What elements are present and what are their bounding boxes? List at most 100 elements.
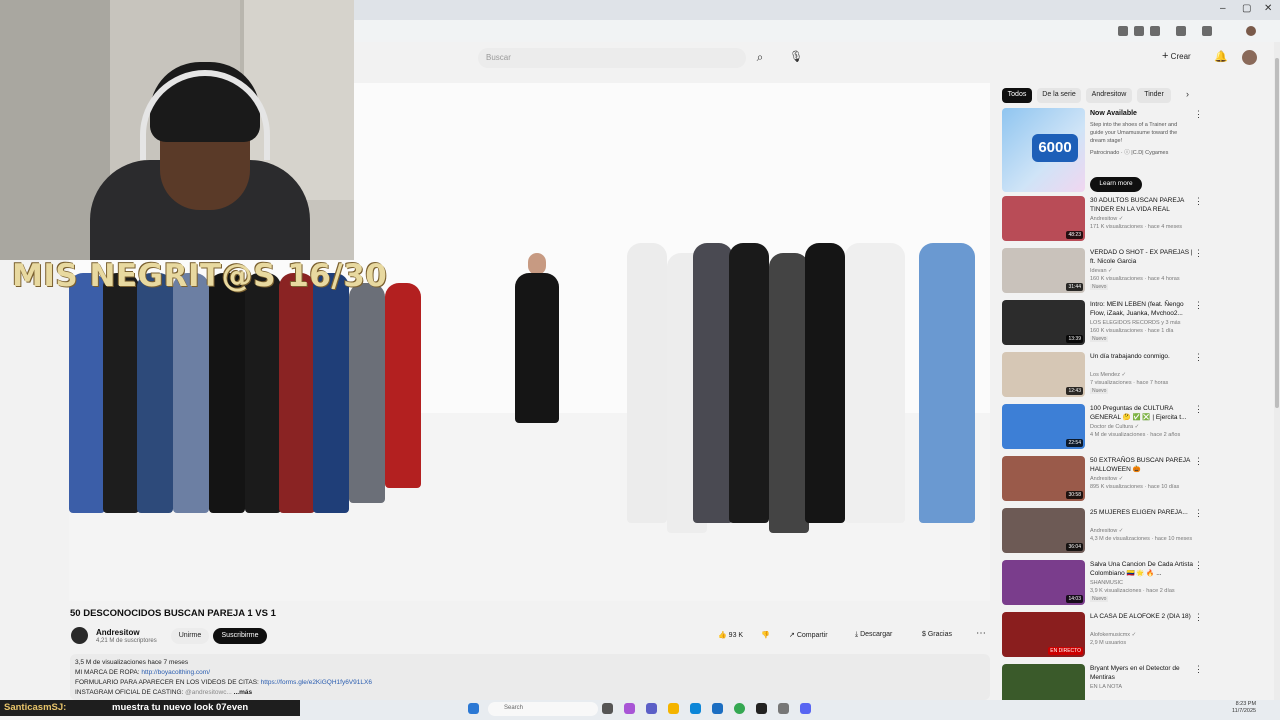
recommendation-title[interactable]: 30 ADULTOS BUSCAN PAREJA TINDER EN LA VI… [1090,196,1194,214]
recommendation-title[interactable]: 25 MUJERES ELIGEN PAREJA... [1090,508,1194,517]
kebab-menu-icon[interactable]: ⋮ [1194,196,1203,207]
channel-avatar[interactable] [71,627,88,644]
recommendation-title[interactable]: Salva Una Cancion De Cada Artista Colomb… [1090,560,1194,578]
chevron-right-icon[interactable]: › [1186,89,1189,99]
download-button[interactable]: ⤓ Descargar [855,631,892,639]
dislike-button[interactable]: 👎 [761,631,770,639]
recommendation-title[interactable]: 100 Preguntas de CULTURA GENERAL 🤔 ✅ ❎ |… [1090,404,1194,422]
kebab-menu-icon[interactable]: ⋮ [1194,508,1203,519]
share-button[interactable]: ↗ Compartir [789,631,828,639]
profile-icon[interactable] [1246,26,1256,36]
scrollbar-thumb[interactable] [1275,58,1279,408]
recommendation-thumbnail[interactable]: 14:03 [1002,560,1085,605]
microphone-icon[interactable]: 🎙 [788,50,804,66]
ad-sponsor: Patrocinado · ⓘ |C.D| Cygames [1090,150,1169,156]
kebab-menu-icon[interactable]: ⋮ [1194,352,1203,363]
translate-icon[interactable] [1134,26,1144,36]
recommendation-item[interactable]: 48:23 30 ADULTOS BUSCAN PAREJA TINDER EN … [1002,196,1272,244]
recommendation-meta: 2,9 M usuarios [1090,640,1127,646]
video-person [209,273,245,513]
recommendation-title[interactable]: 50 EXTRAÑOS BUSCAN PAREJA HALLOWEEN 🎃 [1090,456,1194,474]
more-actions-button[interactable]: ⋯ [976,628,986,639]
notifications-bell-icon[interactable]: 🔔 [1214,50,1228,63]
kebab-menu-icon[interactable]: ⋮ [1194,612,1203,623]
video-person [245,273,281,513]
recommendation-item[interactable]: 12:43 Un día trabajando conmigo. Los Mende… [1002,352,1272,400]
recommendation-channel: Alofokemusicmx ✓ [1090,632,1137,638]
edge-icon[interactable] [690,703,701,714]
recommendation-thumbnail[interactable]: 12:43 [1002,352,1085,397]
task-view-icon[interactable] [602,703,613,714]
recommendation-thumbnail[interactable]: 48:23 [1002,196,1085,241]
discord-icon[interactable] [800,703,811,714]
recommendation-title[interactable]: VERDAD O SHOT - EX PAREJAS | ft. Nicole … [1090,248,1194,266]
close-window-button[interactable]: ✕ [1264,3,1272,14]
taskbar-search[interactable]: Search [488,702,598,716]
settings-icon[interactable] [778,703,789,714]
recommendation-item[interactable]: 22:54 100 Preguntas de CULTURA GENERAL 🤔 … [1002,404,1272,452]
recommendation-thumbnail[interactable]: EN DIRECTO [1002,612,1085,657]
recommendation-thumbnail[interactable]: 30:58 [1002,456,1085,501]
recommendation-title[interactable]: Un día trabajando conmigo. [1090,352,1194,361]
kebab-menu-icon[interactable]: ⋮ [1194,456,1203,467]
recommendation-thumbnail[interactable]: 31:44 [1002,248,1085,293]
app-icon[interactable] [624,703,635,714]
subscribe-button[interactable]: Suscribirme [213,628,267,644]
extension-icon[interactable] [1118,26,1128,36]
host-head [528,253,546,275]
minimize-button[interactable]: – [1220,3,1226,14]
recommendation-thumbnail[interactable]: 13:39 [1002,300,1085,345]
video-person [729,243,769,523]
channel-name[interactable]: Andresitow [96,628,140,637]
search-icon[interactable]: ⌕ [752,50,768,66]
kebab-menu-icon[interactable]: ⋮ [1194,248,1203,259]
account-avatar[interactable] [1242,50,1257,65]
teams-icon[interactable] [646,703,657,714]
like-button[interactable]: 👍 93 K [718,631,743,639]
kebab-menu-icon[interactable]: ⋮ [1194,404,1203,415]
recommendation-title[interactable]: Intro: MEIN LEBEN (feat. Ñengo Flow, iZa… [1090,300,1194,318]
recommendation-item[interactable]: 14:03 Salva Una Cancion De Cada Artista C… [1002,560,1272,608]
search-input[interactable]: Buscar [478,48,746,68]
kebab-menu-icon[interactable]: ⋮ [1194,664,1203,675]
recommendation-thumbnail[interactable]: 36:04 [1002,508,1085,553]
recommendation-item[interactable]: 30:58 50 EXTRAÑOS BUSCAN PAREJA HALLOWEEN… [1002,456,1272,504]
chip-tinder[interactable]: Tinder [1137,88,1171,103]
description-line: INSTAGRAM OFICIAL DE CASTING: @andresito… [75,689,252,696]
kebab-menu-icon[interactable]: ⋮ [1194,560,1203,571]
show-more-button[interactable]: ...más [234,689,252,696]
obs-icon[interactable] [756,703,767,714]
star-icon[interactable] [1150,26,1160,36]
folder-icon[interactable] [668,703,679,714]
thumbs-up-icon: 👍 [718,632,727,639]
ad-title[interactable]: Now Available [1090,110,1137,117]
recommendation-title[interactable]: LA CASA DE ALOFOKE 2 (DIA 18) [1090,612,1194,621]
create-button[interactable]: + Crear [1162,50,1191,62]
recommendation-item[interactable]: 36:04 25 MUJERES ELIGEN PAREJA... Andresit… [1002,508,1272,556]
clothing-link[interactable]: http://boyacolthing.com/ [141,669,210,676]
recommendation-thumbnail[interactable]: 22:54 [1002,404,1085,449]
join-button[interactable]: Unirme [171,628,209,644]
recommendation-title[interactable]: Bryant Myers en el Detector de Mentiras [1090,664,1194,682]
clock-time: 8:23 PM [1235,701,1257,707]
chip-todos[interactable]: Todos [1002,88,1032,103]
kebab-menu-icon[interactable]: ⋮ [1194,109,1203,120]
learn-more-button[interactable]: Learn more [1090,177,1142,192]
ad-thumbnail[interactable]: 6000 [1002,108,1085,192]
windows-start-icon[interactable] [468,703,479,714]
chip-de-la-serie[interactable]: De la serie [1037,88,1081,103]
instagram-handle[interactable]: @andresitowc... [183,689,233,696]
recommendation-item[interactable]: EN DIRECTO LA CASA DE ALOFOKE 2 (DIA 18) A… [1002,612,1272,660]
thanks-button[interactable]: $ Gracias [922,631,952,638]
store-icon[interactable] [712,703,723,714]
recommendation-meta: 160 K visualizaciones · hace 1 día [1090,328,1174,334]
form-link[interactable]: https://forms.gle/e2KiGQH1fy6V91LX6 [261,679,372,686]
kebab-menu-icon[interactable]: ⋮ [1194,300,1203,311]
recommendation-item[interactable]: 31:44 VERDAD O SHOT - EX PAREJAS | ft. Ni… [1002,248,1272,296]
download-icon[interactable] [1202,26,1212,36]
puzzle-icon[interactable] [1176,26,1186,36]
recommendation-item[interactable]: 13:39 Intro: MEIN LEBEN (feat. Ñengo Flow… [1002,300,1272,348]
chrome-icon[interactable] [734,703,745,714]
maximize-button[interactable]: ▢ [1242,3,1251,14]
chip-andresitow[interactable]: Andresitow [1086,88,1132,103]
